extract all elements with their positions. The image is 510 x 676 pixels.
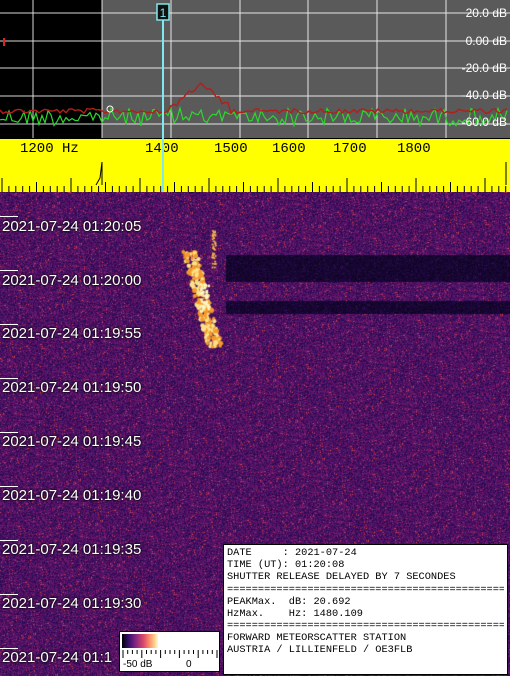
info-station: FORWARD METEORSCATTER STATION (227, 632, 407, 645)
timestamp-label: 2021-07-24 01:20:00 (2, 272, 142, 289)
timestamp-label: 2021-07-24 01:19:50 (2, 379, 142, 396)
db-label-20: 20.0 dB (465, 6, 507, 20)
frequency-scale: 1200 Hz 1400 1500 1600 1700 1800 (0, 138, 510, 192)
info-date: DATE : 2021-07-24 (227, 547, 357, 559)
spectrum-panel: 1 20.0 dB 0.00 dB -20.0 dB -40.0 dB -60.… (0, 0, 510, 138)
colorbar-max-label: 0 (186, 659, 192, 670)
info-time: TIME (UT): 01:20:08 (227, 559, 345, 572)
timestamp-label: 2021-07-24 01:1 (2, 649, 113, 666)
db-label-minus-20: -20.0 dB (461, 61, 507, 75)
timestamp-label: 2021-07-24 01:20:05 (2, 218, 142, 235)
spectrum-left-region (0, 0, 102, 138)
info-separator: ========================================… (227, 620, 504, 633)
scale-ticks (1, 138, 507, 192)
info-peak-hz: HzMax. Hz: 1480.109 (227, 607, 363, 620)
colorbar-min-label: -50 dB (123, 659, 153, 670)
station-info-box: DATE : 2021-07-24 TIME (UT): 01:20:08 SH… (223, 544, 508, 675)
timestamp-label: 2021-07-24 01:19:40 (2, 487, 142, 504)
info-separator: ========================================… (227, 583, 504, 596)
timestamp-label: 2021-07-24 01:19:30 (2, 595, 142, 612)
time-tick (0, 216, 18, 217)
timestamp-label: 2021-07-24 01:19:45 (2, 433, 142, 450)
colorbar-legend: -50 dB 0 (119, 631, 220, 672)
timestamp-label: 2021-07-24 01:19:55 (2, 325, 142, 342)
db-label-0: 0.00 dB (465, 34, 507, 48)
spectrum-plot: 1 (0, 0, 510, 138)
timestamp-label: 2021-07-24 01:19:35 (2, 541, 142, 558)
time-tick (0, 270, 18, 271)
info-peak-db: PEAKMax. dB: 20.692 (227, 595, 351, 608)
marker-label: 1 (160, 6, 167, 20)
db-label-minus-60: -60.0 dB (461, 115, 507, 129)
info-shutter: SHUTTER RELEASE DELAYED BY 7 SECONDES (227, 571, 456, 584)
info-location: AUSTRIA / LILLIENFELD / OE3FLB (227, 644, 413, 657)
db-label-minus-40: -40.0 dB (461, 88, 507, 102)
